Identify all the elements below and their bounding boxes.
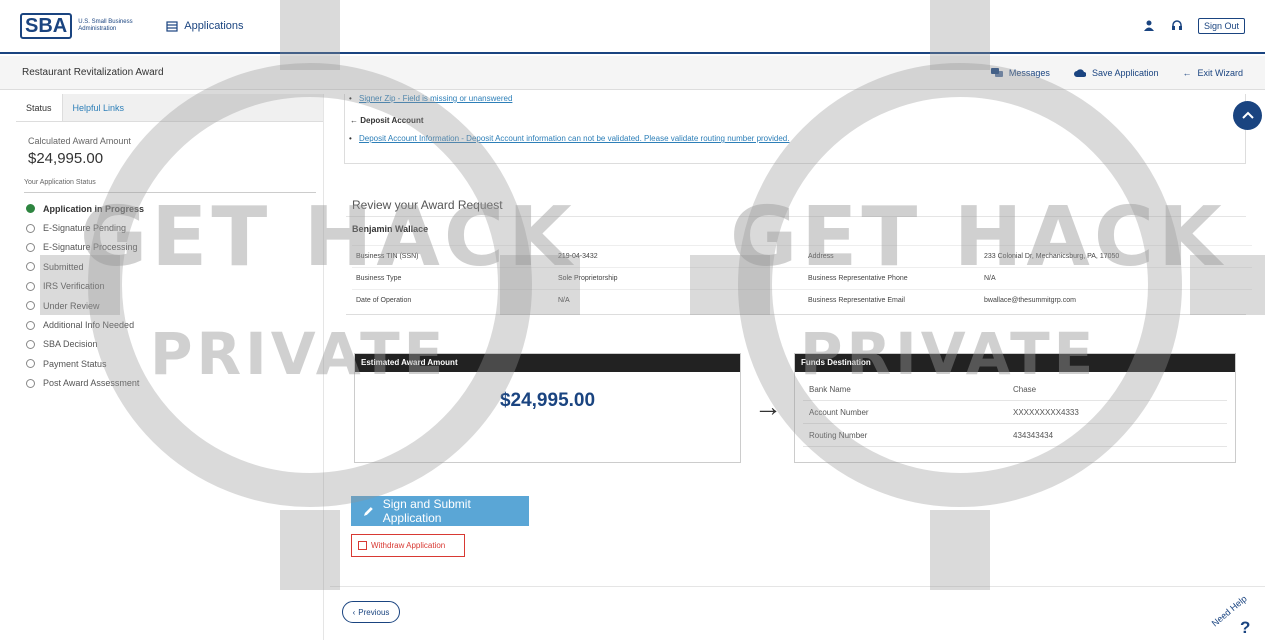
- cloud-upload-icon: [1074, 68, 1086, 77]
- headset-icon[interactable]: [1170, 19, 1184, 33]
- sign-and-submit-button[interactable]: Sign and Submit Application: [351, 496, 529, 526]
- error-section-heading: ← Deposit Account: [350, 116, 424, 125]
- estimated-award-amount: $24,995.00: [499, 390, 596, 411]
- status-label: Payment Status: [43, 358, 107, 369]
- withdraw-application-button[interactable]: Withdraw Application: [351, 534, 465, 557]
- arrow-right-icon: →: [754, 391, 782, 422]
- logo-mark: SBA: [20, 13, 73, 39]
- wizard-header: Restaurant Revitalization Award Messages…: [0, 56, 1265, 90]
- funds-row: Account Number XXXXXXXXX4333: [803, 401, 1227, 424]
- messages-link[interactable]: Messages: [990, 67, 1050, 78]
- info-value: bwallace@thesummitgrp.com: [984, 297, 1076, 304]
- status-pending-icon: [26, 223, 35, 233]
- divider: [346, 314, 1246, 315]
- status-label: Submitted: [43, 261, 84, 272]
- status-label: Additional Info Needed: [43, 320, 135, 331]
- logo-text: U.S. Small Business Administration: [78, 19, 133, 32]
- status-item: Under Review: [26, 296, 323, 315]
- previous-label: Previous: [358, 607, 390, 617]
- watermark-text: PRIVATE: [800, 320, 1098, 388]
- main-content: • Signer Zip - Field is missing or unansw…: [330, 94, 1265, 640]
- info-row: Date of Operation N/A Business Represent…: [352, 289, 1252, 311]
- arrow-left-icon: ←: [1182, 67, 1192, 78]
- status-pending-icon: [26, 262, 35, 272]
- watermark-text: GET HACK: [80, 190, 576, 285]
- status-label: SBA Decision: [43, 339, 98, 350]
- status-label: Under Review: [43, 300, 100, 311]
- funds-label: Routing Number: [809, 431, 868, 440]
- withdraw-application-label: Withdraw Application: [371, 541, 446, 550]
- status-pending-icon: [26, 301, 35, 311]
- funds-row: Routing Number 434343434: [803, 424, 1227, 447]
- applications-label: Applications: [184, 20, 244, 32]
- status-pending-icon: [26, 339, 35, 349]
- funds-value: XXXXXXXXX4333: [1013, 408, 1079, 417]
- status-pending-icon: [26, 378, 35, 388]
- status-pending-icon: [26, 281, 35, 291]
- sign-out-button[interactable]: Sign Out: [1197, 18, 1245, 34]
- tab-helpful-links[interactable]: Helpful Links: [63, 94, 135, 121]
- status-pending-icon: [26, 320, 35, 330]
- status-pending-icon: [26, 359, 35, 369]
- error-section-label: Deposit Account: [360, 116, 424, 125]
- calculated-award-value: $24,995.00: [28, 150, 104, 167]
- applications-link[interactable]: Applications: [166, 20, 244, 32]
- messages-icon: [990, 67, 1003, 77]
- info-value: N/A: [558, 297, 570, 304]
- help-question-icon[interactable]: ?: [1240, 618, 1250, 638]
- validation-errors-box: • Signer Zip - Field is missing or unansw…: [344, 94, 1262, 164]
- funds-label: Account Number: [809, 408, 869, 417]
- applications-icon: [166, 20, 178, 32]
- scroll-up-button[interactable]: [1233, 101, 1262, 130]
- sba-logo[interactable]: SBA U.S. Small Business Administration: [20, 13, 138, 39]
- bullet: •: [349, 94, 352, 103]
- exit-wizard-link[interactable]: ← Exit Wizard: [1182, 68, 1243, 78]
- watermark-text: GET HACK: [730, 190, 1226, 285]
- save-application-label: Save Application: [1091, 67, 1159, 78]
- messages-label: Messages: [1008, 67, 1050, 78]
- sidebar-tabs: Status Helpful Links: [16, 94, 323, 122]
- pencil-icon: [363, 507, 373, 516]
- error-text: Signer Zip - Field is missing or unanswe…: [359, 94, 513, 103]
- previous-button[interactable]: ‹ Previous: [342, 601, 400, 623]
- sign-and-submit-label: Sign and Submit Application: [382, 497, 471, 525]
- watermark-text: PRIVATE: [150, 320, 448, 388]
- page-title: Restaurant Revitalization Award: [22, 67, 164, 78]
- tab-status[interactable]: Status: [16, 94, 63, 121]
- divider: [330, 586, 1265, 587]
- bullet: •: [349, 134, 352, 143]
- save-application-link[interactable]: Save Application: [1074, 67, 1159, 78]
- info-label: Date of Operation: [356, 297, 412, 304]
- edit-icon: [358, 541, 367, 550]
- chevron-left-icon: ‹: [352, 607, 356, 617]
- info-label: Business Representative Email: [808, 297, 905, 304]
- status-current-icon: [26, 204, 35, 214]
- app-window: { "header": { "logo_mark": "SBA", "logo_…: [0, 0, 1265, 640]
- chevron-up-icon: [1241, 111, 1254, 119]
- error-link-signer-zip[interactable]: • Signer Zip - Field is missing or unansw…: [349, 94, 513, 103]
- funds-value: 434343434: [1013, 431, 1054, 440]
- status-label: Post Award Assessment: [43, 378, 140, 389]
- calculated-award-label: Calculated Award Amount: [28, 136, 131, 146]
- user-icon[interactable]: [1142, 19, 1156, 33]
- error-link-deposit-account[interactable]: • Deposit Account Information - Deposit A…: [349, 134, 790, 143]
- exit-wizard-label: Exit Wizard: [1197, 67, 1243, 78]
- top-navbar: SBA U.S. Small Business Administration A…: [0, 0, 1265, 54]
- error-text: Deposit Account Information - Deposit Ac…: [359, 134, 790, 143]
- status-pending-icon: [26, 242, 35, 252]
